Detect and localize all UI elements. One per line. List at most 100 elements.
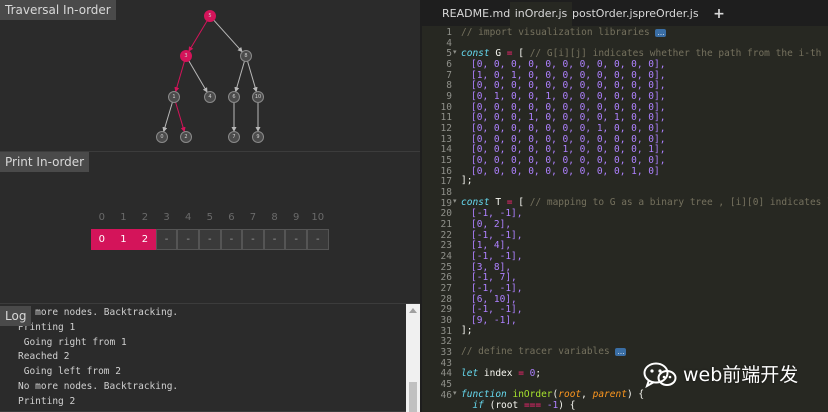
tree-node-label: 2 (184, 134, 187, 140)
code-identifier: index (478, 367, 519, 379)
tree-edge (213, 19, 243, 53)
tree-node-label: 7 (232, 134, 235, 140)
tree-node: 4 (204, 91, 216, 103)
print-panel: Print In-order (0, 152, 420, 304)
tab-readme[interactable]: README.md (442, 2, 510, 26)
code-keyword: const (461, 196, 490, 208)
code-line: [-1, -1], (471, 208, 523, 220)
editor-tab-bar: README.md inOrder.js postOrder.js preOrd… (422, 0, 828, 26)
fold-marker[interactable]: … (655, 28, 667, 37)
code-line: [-1, -1], (471, 304, 523, 316)
code-line: [0, 0, 0, 0, 0, 0, 0, 0, 0, 0, 0], (471, 155, 666, 167)
code-line: [1, 0, 1, 0, 0, 0, 0, 0, 0, 0, 0], (471, 69, 666, 81)
line-number: 33 (440, 347, 452, 359)
line-number: 46 (440, 389, 452, 401)
code-line: let index = 0; (461, 368, 541, 379)
tree-node-label: 9 (256, 134, 259, 140)
array-cell: 0 (91, 229, 113, 250)
array-cell: 1 (112, 229, 135, 250)
tree-graph: 5 3 8 1 4 6 10 0 2 7 9 (156, 10, 264, 143)
line-number: 14 (440, 144, 452, 156)
code-punct: ; (535, 367, 542, 379)
traversal-panel: 5 3 8 1 4 6 10 0 2 7 9 Traversal In-order (0, 0, 420, 152)
code-area[interactable]: 1 4 5 6 7 8 9 10 11 12 13 14 15 16 17 18 19 20 21 22 23 24 25 2… (422, 26, 828, 412)
array-cell: - (177, 229, 199, 250)
code-line: ]; (461, 325, 473, 336)
log-line: Printing 2 (18, 396, 76, 407)
code-line: [9, -1], (471, 315, 517, 327)
code-punct: , (581, 389, 593, 400)
code-line: // define tracer variables … (461, 346, 627, 357)
tab-inorder[interactable]: inOrder.js (510, 2, 572, 26)
code-operator: === (523, 399, 542, 411)
line-number: 26 (440, 272, 452, 284)
code-line: [0, 0, 0, 0, 0, 0, 0, 0, 0, 1, 0] (471, 165, 660, 177)
fold-arrow-icon[interactable]: ▾ (453, 197, 457, 205)
tree-node-label: 1 (172, 94, 175, 100)
code-line: [0, 2], (471, 219, 512, 231)
code-keyword: let (461, 367, 479, 379)
code-line: [0, 1, 0, 0, 1, 0, 0, 0, 0, 0, 0], (471, 91, 666, 103)
line-number: 29 (440, 304, 452, 316)
log-line: Going right from 1 (18, 337, 127, 348)
log-scrollbar[interactable] (406, 304, 420, 412)
line-number: 1 (446, 27, 452, 38)
watermark-text: web前端开发 (683, 364, 799, 386)
log-line: Going left from 2 (18, 366, 121, 377)
tree-edge (247, 61, 258, 93)
tab-postorder[interactable]: postOrder.js (572, 2, 638, 26)
array-cell: - (285, 229, 307, 250)
fold-marker[interactable]: … (615, 347, 627, 356)
array-index-label: 9 (293, 212, 300, 223)
array-cell: - (155, 229, 178, 250)
code-keyword: if (461, 399, 484, 411)
tree-node: 9 (252, 131, 264, 143)
array-index-label: 0 (98, 212, 105, 223)
code-line: [-1, -1], (471, 229, 523, 241)
fold-arrow-icon[interactable]: ▾ (453, 48, 457, 56)
array-cell: - (242, 229, 264, 250)
fold-arrow-icon[interactable]: ▾ (453, 389, 457, 397)
code-line: // import visualization libraries … (461, 27, 667, 38)
code-editor: README.md inOrder.js postOrder.js preOrd… (422, 0, 828, 412)
array-index-label: 6 (228, 212, 235, 223)
line-number: 21 (440, 219, 452, 231)
log-panel-title: Log (0, 306, 32, 326)
tree-node: 2 (180, 131, 192, 143)
array-index-label: 4 (185, 212, 192, 223)
line-number: 20 (440, 208, 452, 220)
code-bracket: [ (512, 196, 530, 208)
code-line: if (root === -1) { (461, 400, 575, 411)
log-line: No more nodes. Backtracking. (18, 381, 179, 392)
tree-node-label: 8 (244, 53, 247, 59)
tree-node-label: 0 (160, 134, 163, 140)
line-number: 17 (440, 176, 452, 188)
code-number: -1 (541, 399, 559, 411)
line-number: 8 (446, 80, 452, 92)
code-keyword: function (461, 389, 507, 400)
line-number: 15 (440, 155, 452, 167)
tree-node-label: 10 (255, 94, 261, 100)
array-cell: - (199, 229, 221, 250)
line-number: 4 (446, 37, 452, 49)
tree-edge (174, 61, 185, 93)
log-scroll-thumb[interactable] (409, 382, 417, 412)
array-index-label: 7 (249, 212, 257, 223)
tree-node: 1 (168, 91, 180, 103)
array-index-label: 5 (206, 212, 213, 223)
scroll-up-icon[interactable] (409, 308, 417, 313)
code-line: const G = [ // G[i][j] indicates whether… (461, 48, 828, 59)
code-line: [0, 0, 0, 0, 0, 0, 0, 0, 0, 0, 0], (471, 59, 666, 70)
add-tab-button[interactable]: + (712, 2, 726, 26)
code-punct: ) { (626, 389, 645, 400)
array-index-label: 8 (271, 212, 278, 223)
code-line: [-1, 7], (471, 272, 517, 284)
tree-node: 6 (228, 91, 240, 103)
tab-preorder[interactable]: preOrder.js (638, 2, 699, 26)
print-panel-title: Print In-order (0, 152, 90, 172)
tree-node-label: 4 (208, 94, 211, 100)
tree-edge (162, 102, 173, 133)
line-number: 6 (446, 59, 452, 70)
code-line: [1, 4], (471, 240, 512, 252)
array-cell: - (263, 229, 286, 250)
